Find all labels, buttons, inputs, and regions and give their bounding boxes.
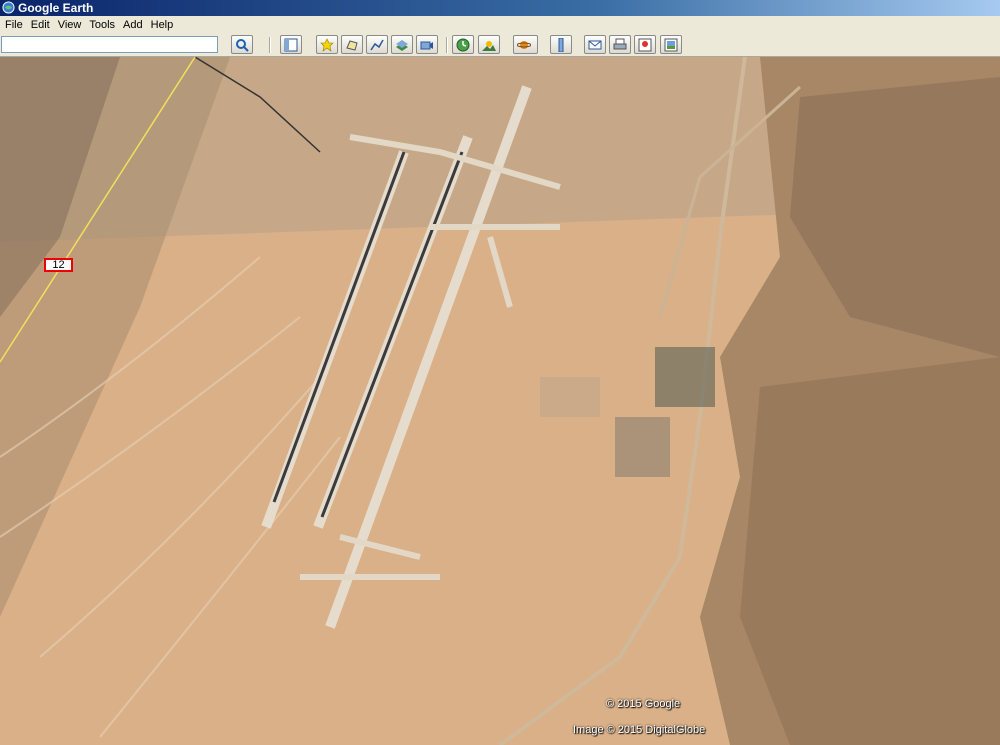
placemark-icon bbox=[320, 38, 334, 52]
historical-imagery-button[interactable] bbox=[452, 35, 474, 54]
google-earth-icon bbox=[2, 1, 15, 14]
search-icon bbox=[236, 39, 249, 52]
polygon-icon bbox=[346, 40, 358, 51]
overlay-icon bbox=[396, 40, 408, 51]
print-button[interactable] bbox=[609, 35, 631, 54]
sidebar-icon bbox=[284, 38, 298, 52]
add-overlay-button[interactable] bbox=[391, 35, 413, 54]
maps-icon bbox=[638, 38, 652, 52]
menu-help[interactable]: Help bbox=[147, 16, 178, 34]
menu-edit[interactable]: Edit bbox=[27, 16, 54, 34]
history-icon bbox=[456, 38, 470, 52]
satellite-imagery bbox=[0, 57, 1000, 745]
email-button[interactable] bbox=[584, 35, 606, 54]
search-input[interactable] bbox=[1, 36, 218, 53]
toolbar-separator bbox=[269, 37, 271, 53]
toolbar bbox=[0, 34, 1000, 57]
record-tour-button[interactable] bbox=[416, 35, 438, 54]
menu-add[interactable]: Add bbox=[119, 16, 147, 34]
menu-file[interactable]: File bbox=[0, 16, 27, 34]
add-placemark-button[interactable] bbox=[316, 35, 338, 54]
menu-tools[interactable]: Tools bbox=[85, 16, 119, 34]
imagery-attribution: Image © 2015 DigitalGlobe bbox=[573, 724, 706, 736]
email-icon bbox=[588, 40, 602, 50]
toolbar-separator bbox=[446, 37, 448, 53]
window-titlebar[interactable]: Google Earth bbox=[0, 0, 1000, 16]
sidebar-toggle-button[interactable] bbox=[280, 35, 302, 54]
add-path-button[interactable] bbox=[366, 35, 388, 54]
map-view[interactable]: 12 © 2015 Google Image © 2015 DigitalGlo… bbox=[0, 57, 1000, 745]
add-polygon-button[interactable] bbox=[341, 35, 363, 54]
menu-bar: File Edit View Tools Add Help bbox=[0, 16, 1000, 35]
sunlight-icon bbox=[482, 41, 496, 51]
planets-button[interactable] bbox=[513, 35, 538, 54]
menu-view[interactable]: View bbox=[54, 16, 86, 34]
save-image-button[interactable] bbox=[660, 35, 682, 54]
sunlight-button[interactable] bbox=[478, 35, 500, 54]
ruler-button[interactable] bbox=[550, 35, 572, 54]
map-copyright: © 2015 Google bbox=[606, 698, 681, 710]
tour-icon bbox=[420, 41, 433, 50]
save-image-icon bbox=[664, 38, 678, 52]
search-button[interactable] bbox=[231, 35, 253, 54]
view-in-maps-button[interactable] bbox=[634, 35, 656, 54]
window-title: Google Earth bbox=[18, 1, 94, 15]
ruler-icon bbox=[558, 38, 564, 52]
path-icon bbox=[370, 39, 384, 51]
print-icon bbox=[613, 38, 627, 50]
planets-icon bbox=[517, 41, 531, 49]
road-number-shield: 12 bbox=[44, 258, 73, 272]
